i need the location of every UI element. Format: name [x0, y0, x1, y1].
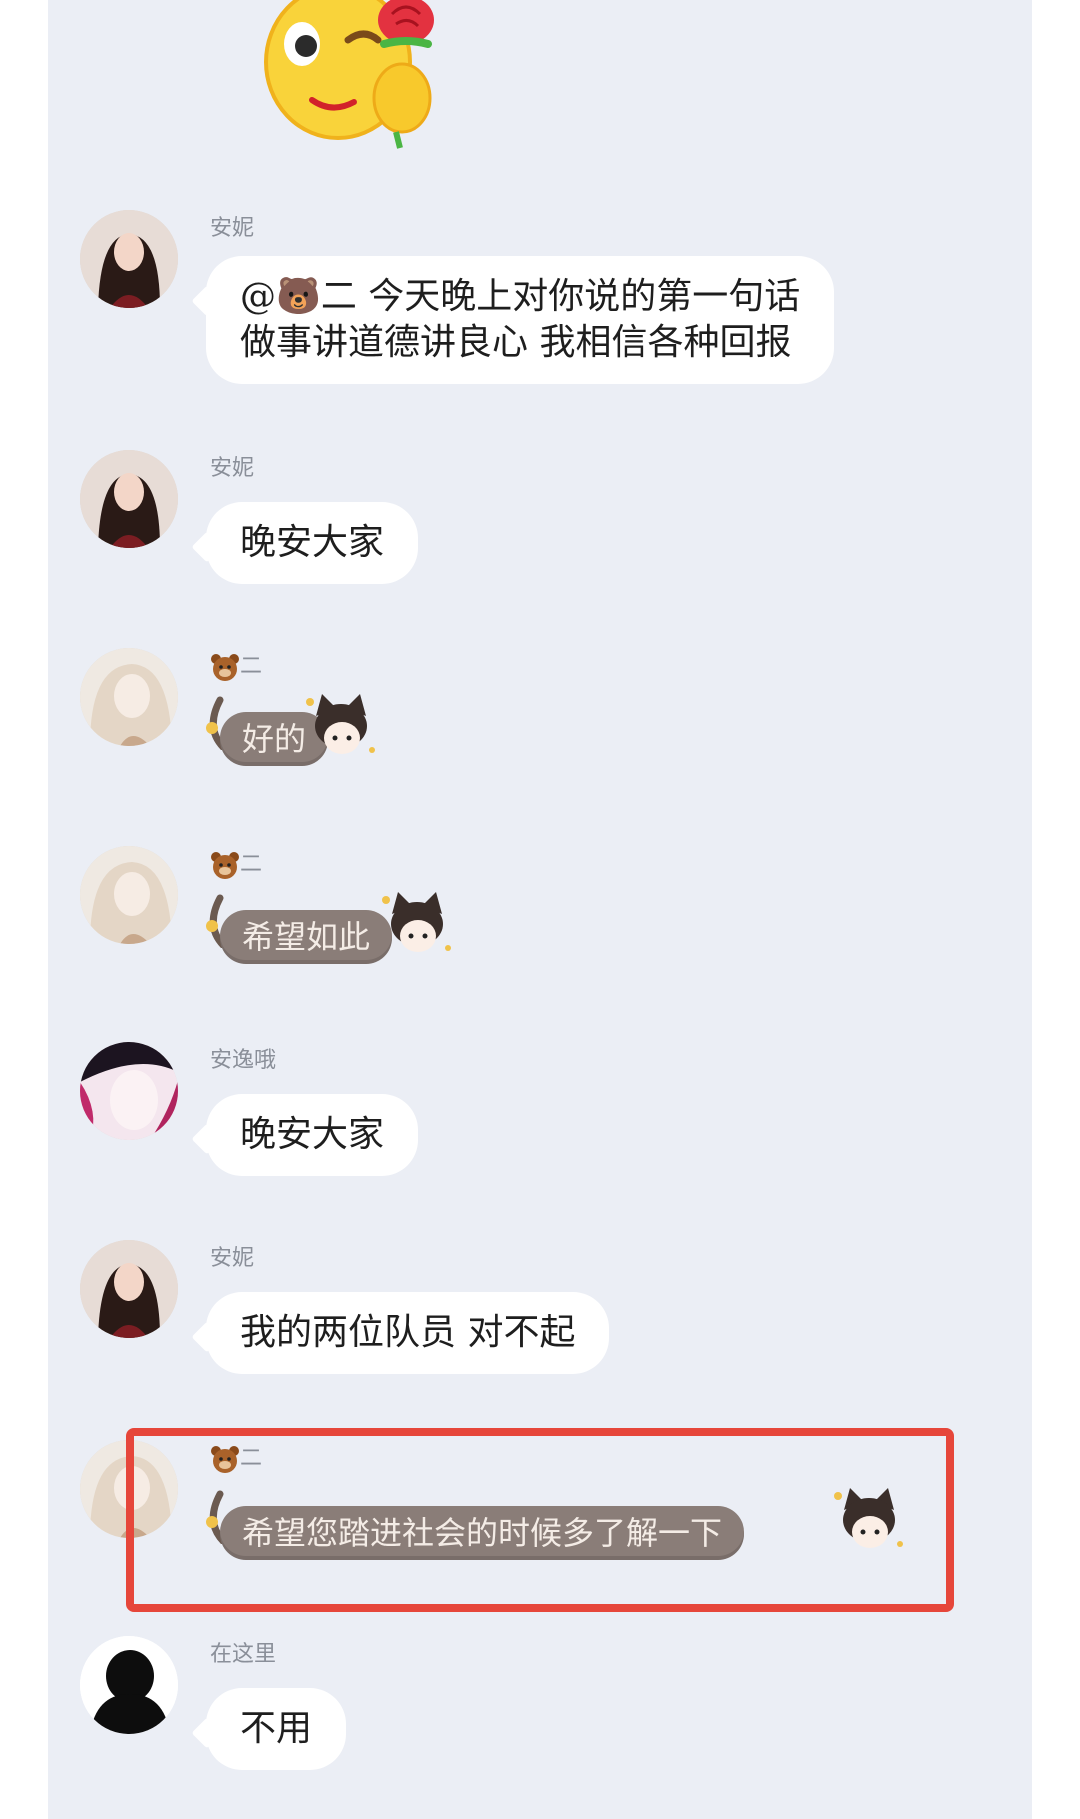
bear-face-icon [211, 852, 239, 879]
sender-name: 安妮 [210, 216, 255, 241]
message-text-line: 晚安大家 [240, 1114, 385, 1155]
sender-name: 二 [210, 648, 262, 681]
pink-figure-avatar [80, 1042, 178, 1140]
sender-name: 安逸哦 [210, 1048, 277, 1073]
styled-message-bubble[interactable]: 希望如此 [206, 884, 456, 964]
avatar[interactable] [80, 1042, 178, 1140]
message-bubble[interactable]: 不用 [206, 1688, 347, 1770]
light-hair-avatar [80, 648, 178, 746]
woman-dark-hair-avatar [80, 210, 178, 308]
message-bubble[interactable]: 我的两位队员 对不起 [206, 1292, 610, 1374]
woman-dark-hair-avatar [80, 450, 178, 548]
red-highlight-box [126, 1428, 954, 1612]
avatar[interactable] [80, 846, 178, 944]
woman-dark-hair-avatar [80, 1240, 178, 1338]
styled-message-text: 希望如此 [220, 910, 393, 964]
avatar[interactable] [80, 450, 178, 548]
chibi-cat-boy-icon [382, 892, 451, 952]
avatar[interactable] [80, 210, 178, 308]
sender-name: 在这里 [210, 1642, 277, 1667]
message-text-line: 我的两位队员 对不起 [240, 1312, 576, 1353]
message-bubble[interactable]: 晚安大家 [206, 502, 419, 584]
avatar[interactable] [80, 1240, 178, 1338]
sender-name-text: 二 [240, 852, 263, 877]
black-silhouette-avatar [80, 1636, 178, 1734]
message-bubble[interactable]: 晚安大家 [206, 1094, 419, 1176]
styled-message-bubble[interactable]: 好的 [206, 686, 376, 766]
chibi-cat-boy-icon [306, 694, 375, 754]
message-bubble[interactable]: @🐻二 今天晚上对你说的第一句话 做事讲道德讲良心 我相信各种回报 [206, 256, 835, 384]
sender-name: 二 [210, 846, 262, 879]
message-text-line: @🐻二 今天晚上对你说的第一句话 [240, 276, 801, 317]
avatar[interactable] [80, 1636, 178, 1734]
sender-name: 安妮 [210, 456, 255, 481]
message-text-line: 不用 [240, 1708, 313, 1749]
message-text-line: 晚安大家 [240, 522, 385, 563]
message-text-line: 做事讲道德讲良心 我相信各种回报 [240, 322, 792, 363]
wink-rose-emoji-sticker[interactable] [256, 0, 456, 152]
light-hair-avatar [80, 846, 178, 944]
sender-name: 安妮 [210, 1246, 255, 1271]
sender-name-text: 二 [240, 654, 263, 679]
bear-face-icon [211, 654, 239, 681]
avatar[interactable] [80, 648, 178, 746]
